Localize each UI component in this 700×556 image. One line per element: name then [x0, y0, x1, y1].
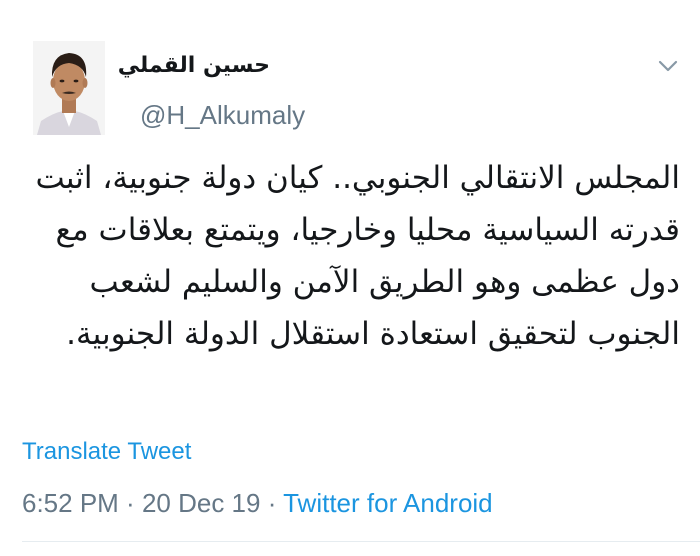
- divider: [22, 541, 700, 542]
- tweet-source-link[interactable]: Twitter for Android: [283, 488, 493, 518]
- tweet-date: 20 Dec 19: [141, 488, 261, 518]
- tweet-meta: 6:52 PM · 20 Dec 19 · Twitter for Androi…: [22, 488, 493, 519]
- chevron-down-icon[interactable]: [656, 56, 680, 76]
- translate-tweet-link[interactable]: Translate Tweet: [22, 438, 191, 466]
- meta-separator: ·: [260, 488, 284, 518]
- tweet-text: المجلس الانتقالي الجنوبي.. كيان دولة جنو…: [35, 160, 680, 352]
- avatar[interactable]: [33, 41, 105, 135]
- tweet-time: 6:52 PM: [22, 488, 119, 518]
- author-handle[interactable]: @H_Alkumaly: [140, 100, 305, 131]
- author-display-name[interactable]: حسين القملي: [118, 53, 270, 78]
- avatar-photo: [33, 41, 105, 135]
- meta-separator: ·: [118, 488, 142, 518]
